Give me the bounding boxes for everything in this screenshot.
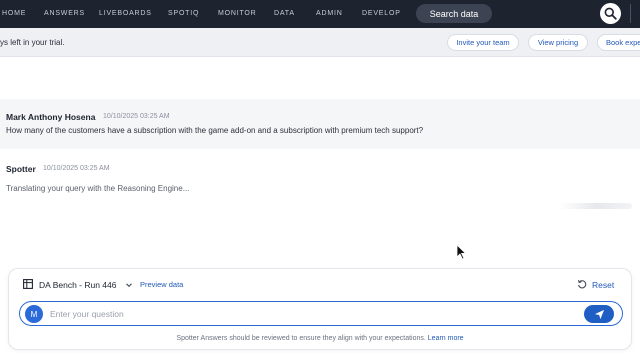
user-message: Mark Anthony Hosena 10/10/2025 03:25 AM … <box>0 99 640 149</box>
question-input[interactable] <box>50 306 570 322</box>
search-icon[interactable] <box>600 3 621 24</box>
nav-item-liveboards[interactable]: LIVEBOARDS <box>99 10 152 17</box>
top-nav: HOME ANSWERS LIVEBOARDS SPOTIQ MONITOR D… <box>0 0 640 28</box>
table-icon <box>23 279 33 289</box>
spotter-name: Spotter <box>6 164 36 174</box>
question-input-wrapper: M <box>19 301 623 326</box>
mouse-pointer-icon <box>456 244 466 260</box>
chevron-down-icon[interactable] <box>125 281 133 289</box>
disclaimer: Spotter Answers should be reviewed to en… <box>9 335 631 342</box>
datasource-selector[interactable]: DA Bench - Run 446 <box>39 280 117 290</box>
send-button[interactable] <box>584 305 614 323</box>
reset-icon[interactable] <box>577 279 587 289</box>
invite-team-button[interactable]: Invite your team <box>447 34 519 51</box>
learn-more-link[interactable]: Learn more <box>428 335 464 342</box>
trial-banner: ys left in your trial. Invite your team … <box>0 28 640 57</box>
avatar: M <box>25 305 43 323</box>
view-pricing-button[interactable]: View pricing <box>528 34 588 51</box>
nav-item-answers[interactable]: ANSWERS <box>44 10 85 17</box>
spotter-message-time: 10/10/2025 03:25 AM <box>43 165 110 172</box>
reset-button[interactable]: Reset <box>592 280 614 290</box>
question-composer: DA Bench - Run 446 Preview data Reset M … <box>8 268 632 350</box>
user-name: Mark Anthony Hosena <box>6 112 96 122</box>
nav-item-home[interactable]: HOME <box>2 10 26 17</box>
spotter-status: Translating your query with the Reasonin… <box>6 184 190 193</box>
disclaimer-text: Spotter Answers should be reviewed to en… <box>176 335 426 342</box>
nav-item-data[interactable]: DATA <box>274 10 295 17</box>
loading-indicator <box>560 203 632 209</box>
nav-item-develop[interactable]: DEVELOP <box>362 10 401 17</box>
send-icon <box>594 309 604 319</box>
search-data-button[interactable]: Search data <box>416 4 492 23</box>
nav-item-admin[interactable]: ADMIN <box>316 10 343 17</box>
trial-text: ys left in your trial. <box>0 38 65 47</box>
user-question: How many of the customers have a subscri… <box>6 126 424 135</box>
user-message-time: 10/10/2025 03:25 AM <box>103 113 170 120</box>
nav-divider <box>630 4 631 23</box>
nav-item-monitor[interactable]: MONITOR <box>218 10 257 17</box>
book-expert-button[interactable]: Book expe <box>597 34 640 51</box>
nav-item-spotiq[interactable]: SPOTIQ <box>168 10 199 17</box>
preview-data-link[interactable]: Preview data <box>140 280 183 289</box>
